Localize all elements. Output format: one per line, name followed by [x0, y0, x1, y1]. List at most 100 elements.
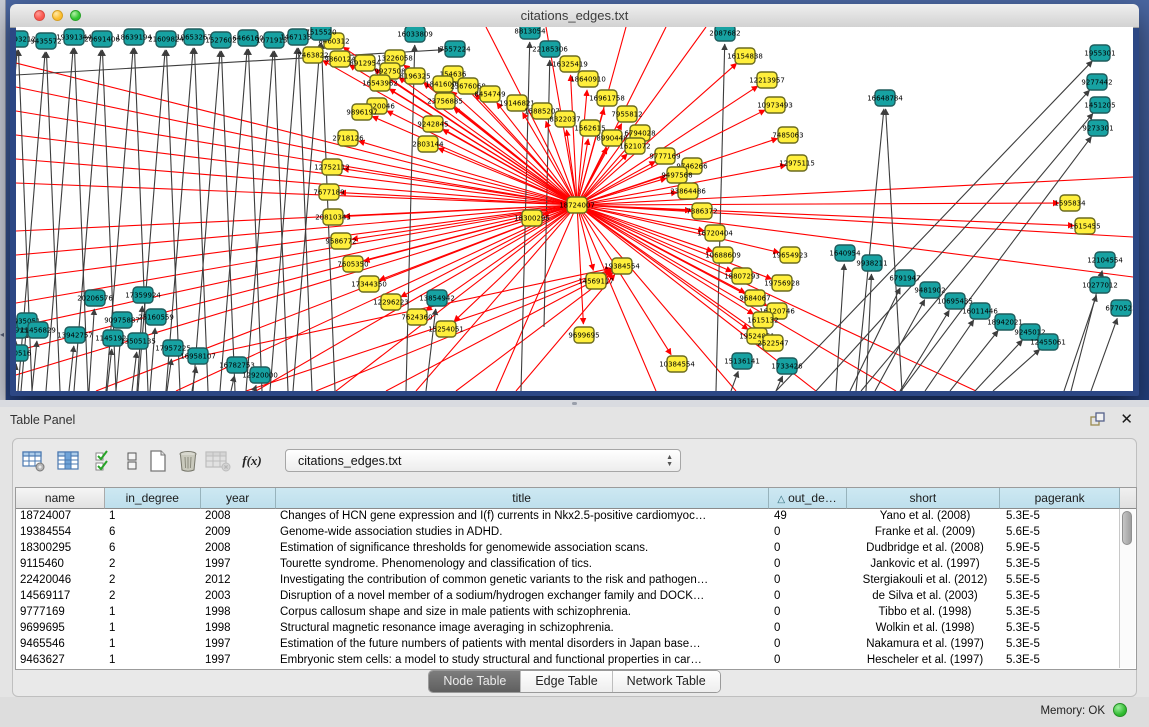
cell-name[interactable]: 18724007 [16, 509, 105, 525]
cell-pagerank[interactable]: 5.5E-5 [1002, 573, 1122, 589]
cell-name[interactable]: 9777169 [16, 605, 105, 621]
cell-pagerank[interactable]: 5.3E-5 [1002, 653, 1122, 669]
cell-title[interactable]: Embryonic stem cells: a model to study s… [276, 653, 770, 669]
tab-network-table[interactable]: Network Table [613, 671, 720, 692]
cell-year[interactable]: 2008 [201, 509, 276, 525]
graph-node[interactable]: 1451205 [1084, 97, 1115, 113]
cell-title[interactable]: Investigating the contribution of common… [276, 573, 770, 589]
tab-node-table[interactable]: Node Table [429, 671, 521, 692]
cell-year[interactable]: 2009 [201, 525, 276, 541]
cell-name[interactable]: 18300295 [16, 541, 105, 557]
network-canvas[interactable]: 1872400798601248912954132260589927508165… [16, 27, 1133, 391]
tab-edge-table[interactable]: Edge Table [521, 671, 612, 692]
column-header-title[interactable]: title [276, 488, 769, 509]
graph-node[interactable]: 18640910 [570, 71, 606, 87]
window-titlebar[interactable]: citations_edges.txt [10, 4, 1139, 28]
cell-short[interactable]: Franke et al. (2009) [848, 525, 1002, 541]
cell-out_de[interactable]: 0 [770, 557, 848, 573]
cell-out_de[interactable]: 0 [770, 573, 848, 589]
cell-in_degree[interactable]: 6 [105, 541, 201, 557]
cell-year[interactable]: 2008 [201, 541, 276, 557]
graph-node[interactable]: 19756928 [764, 275, 800, 291]
cell-in_degree[interactable]: 6 [105, 525, 201, 541]
table-row[interactable]: 1872400712008Changes of HCN gene express… [16, 509, 1136, 525]
graph-node[interactable]: 9699695 [568, 327, 599, 343]
graph-node[interactable]: 8813054 [514, 27, 546, 39]
column-header-short[interactable]: short [847, 488, 1001, 509]
table-select-dropdown[interactable]: citations_edges.txt ▲▼ [285, 449, 681, 472]
graph-node[interactable]: 7386372 [686, 203, 717, 219]
graph-node[interactable]: 2087682 [709, 27, 740, 41]
graph-node[interactable]: 16033809 [397, 27, 433, 42]
cell-pagerank[interactable]: 5.3E-5 [1002, 509, 1122, 525]
column-header-year[interactable]: year [201, 488, 276, 509]
cell-year[interactable]: 1997 [201, 653, 276, 669]
table-row[interactable]: 2242004622012Investigating the contribut… [16, 573, 1136, 589]
cell-out_de[interactable]: 0 [770, 605, 848, 621]
table-row[interactable]: 946554611997Estimation of the future num… [16, 637, 1136, 653]
graph-node[interactable]: 12213957 [749, 72, 785, 88]
graph-node[interactable]: 90975887 [104, 312, 140, 328]
cell-pagerank[interactable]: 5.9E-5 [1002, 541, 1122, 557]
cell-year[interactable]: 1998 [201, 621, 276, 637]
cell-pagerank[interactable]: 5.3E-5 [1002, 605, 1122, 621]
create-column-icon[interactable] [145, 448, 171, 474]
table-row[interactable]: 1938455462009Genome-wide association stu… [16, 525, 1136, 541]
cell-out_de[interactable]: 49 [770, 509, 848, 525]
cell-name[interactable]: 19384554 [16, 525, 105, 541]
cell-in_degree[interactable]: 2 [105, 557, 201, 573]
graph-node[interactable]: 2803144 [412, 136, 444, 152]
cell-out_de[interactable]: 0 [770, 525, 848, 541]
cell-name[interactable]: 9115460 [16, 557, 105, 573]
graph-node[interactable]: 17359924 [125, 287, 161, 303]
graph-node[interactable]: 6770523 [1105, 300, 1133, 316]
column-header-out_de[interactable]: △out_de… [769, 488, 847, 509]
cell-title[interactable]: Estimation of the future numbers of pati… [276, 637, 770, 653]
graph-node[interactable]: 20206576 [77, 290, 113, 306]
column-header-name[interactable]: name [16, 488, 105, 509]
graph-node[interactable]: 9938211 [856, 255, 887, 271]
delete-column-icon[interactable] [175, 448, 201, 474]
cell-name[interactable]: 22420046 [16, 573, 105, 589]
cell-title[interactable]: Tourette syndrome. Phenomenology and cla… [276, 557, 770, 573]
table-row[interactable]: 946362711997Embryonic stem cells: a mode… [16, 653, 1136, 669]
cell-out_de[interactable]: 0 [770, 637, 848, 653]
graph-node[interactable]: 12975115 [779, 155, 815, 171]
cell-pagerank[interactable]: 5.3E-5 [1002, 621, 1122, 637]
graph-node[interactable]: 1595834 [1054, 195, 1086, 211]
graph-node[interactable]: 16961758 [589, 90, 625, 106]
cell-out_de[interactable]: 0 [770, 589, 848, 605]
function-builder-icon[interactable]: f(x) [239, 448, 265, 474]
cell-short[interactable]: Stergiakouli et al. (2012) [848, 573, 1002, 589]
cell-year[interactable]: 2003 [201, 589, 276, 605]
cell-pagerank[interactable]: 5.3E-5 [1002, 557, 1122, 573]
cell-pagerank[interactable]: 5.3E-5 [1002, 637, 1122, 653]
cell-out_de[interactable]: 0 [770, 653, 848, 669]
cell-short[interactable]: Wolkin et al. (1998) [848, 621, 1002, 637]
cell-year[interactable]: 1998 [201, 605, 276, 621]
table-mode-icon[interactable] [21, 448, 47, 474]
cell-pagerank[interactable]: 5.6E-5 [1002, 525, 1122, 541]
select-columns-icon[interactable] [55, 448, 81, 474]
graph-node[interactable]: 16325419 [552, 56, 588, 72]
cell-in_degree[interactable]: 2 [105, 573, 201, 589]
cell-in_degree[interactable]: 1 [105, 637, 201, 653]
citation-network-graph[interactable]: 1872400798601248912954132260589927508165… [16, 27, 1133, 391]
graph-node[interactable]: 1615455 [1069, 218, 1100, 234]
graph-node[interactable]: 19654923 [772, 247, 808, 263]
table-scrollbar[interactable] [1119, 509, 1135, 668]
table-row[interactable]: 977716911998Corpus callosum shape and si… [16, 605, 1136, 621]
cell-name[interactable]: 9463627 [16, 653, 105, 669]
graph-node[interactable]: 10384554 [659, 356, 695, 372]
column-header-in_degree[interactable]: in_degree [105, 488, 201, 509]
graph-node[interactable]: 17344350 [351, 276, 387, 292]
graph-node[interactable]: 6791947 [889, 270, 920, 286]
cell-short[interactable]: Hescheler et al. (1997) [848, 653, 1002, 669]
graph-node[interactable]: 12296223 [373, 294, 409, 310]
cell-short[interactable]: Tibbo et al. (1998) [848, 605, 1002, 621]
graph-node[interactable]: 12104554 [1087, 252, 1123, 268]
cell-short[interactable]: Yano et al. (2008) [848, 509, 1002, 525]
graph-node[interactable]: 7955812 [611, 106, 642, 122]
column-header-pagerank[interactable]: pagerank [1000, 488, 1120, 509]
cell-title[interactable]: Changes of HCN gene expression and I(f) … [276, 509, 770, 525]
